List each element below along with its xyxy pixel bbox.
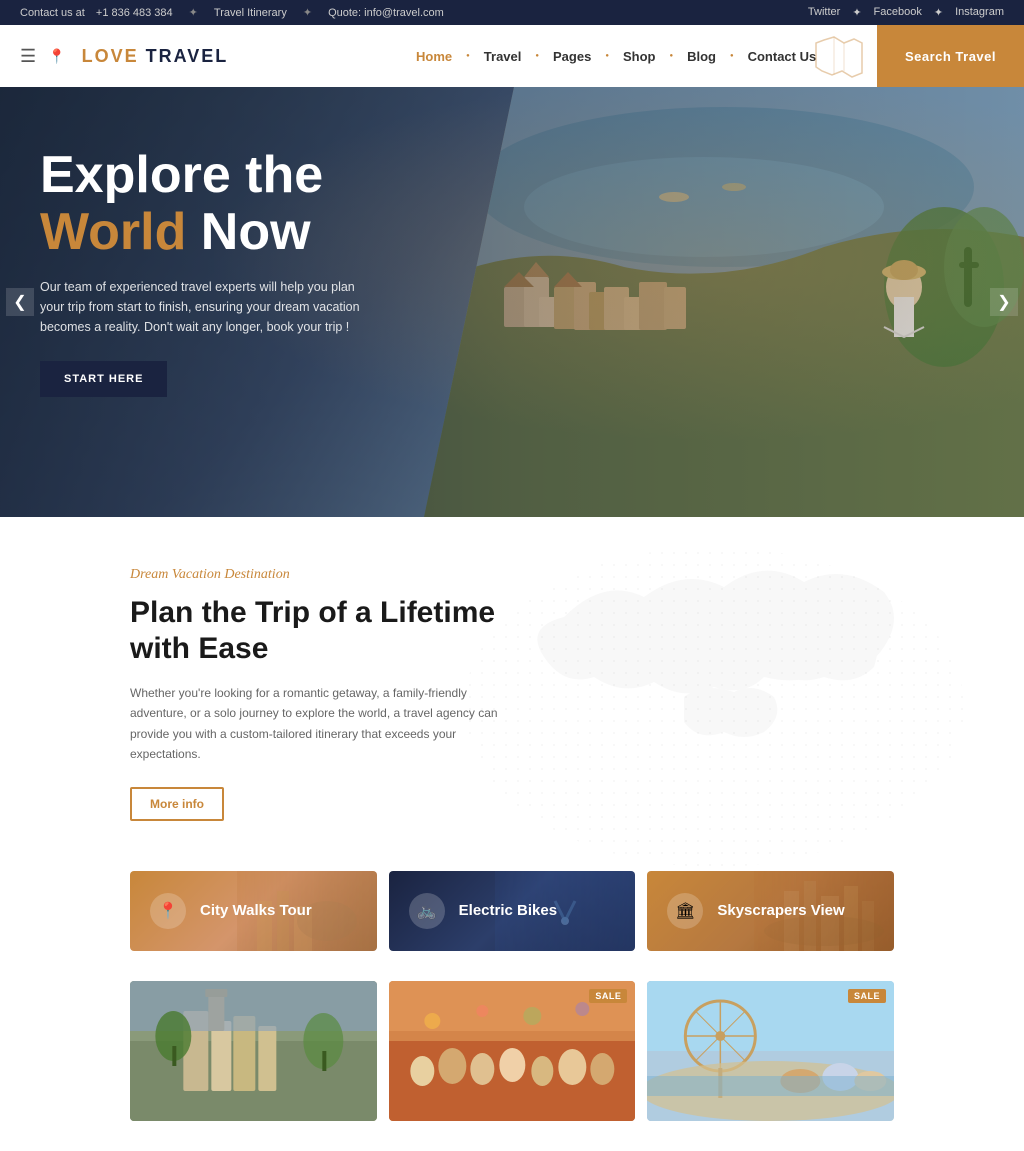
nav-home-label: Home (416, 49, 452, 64)
nav-travel[interactable]: Travel (470, 49, 536, 64)
hero-title-highlight: World (40, 203, 186, 261)
main-section: Dream Vacation Destination Plan the Trip… (0, 517, 1024, 851)
social-sep-1: ✦ (852, 6, 861, 19)
nav-contact-label: Contact Us (748, 49, 817, 64)
phone-number: +1 836 483 384 (96, 7, 173, 19)
quote-info: Quote: info@travel.com (328, 7, 444, 19)
logo: LOVE TRAVEL (82, 46, 229, 67)
hero-title: Explore the World Now (40, 147, 380, 261)
instagram-link[interactable]: Instagram (955, 6, 1004, 19)
twitter-link[interactable]: Twitter (808, 6, 840, 19)
hero-next-arrow[interactable]: ❯ (990, 288, 1018, 316)
hero-prev-arrow[interactable]: ❮ (6, 288, 34, 316)
tour-cards-section: 📍 City Walks Tour 🚲 Electric Bikes (0, 851, 1024, 981)
top-bar: Contact us at +1 836 483 384 ✦ Travel It… (0, 0, 1024, 25)
search-travel-button[interactable]: Search Travel (877, 25, 1024, 87)
location-icon: 📍 (48, 48, 65, 65)
separator-2: ✦ (303, 6, 312, 19)
facebook-link[interactable]: Facebook (874, 6, 922, 19)
nav-blog[interactable]: Blog (673, 49, 730, 64)
nav-travel-label: Travel (484, 49, 522, 64)
nav-pages-label: Pages (553, 49, 591, 64)
header: ☰ 📍 LOVE TRAVEL Home ● Travel ● Pages ● … (0, 25, 1024, 87)
product-card-2[interactable]: SALE (389, 981, 636, 1121)
itinerary-link[interactable]: Travel Itinerary (214, 7, 287, 19)
map-decoration (814, 35, 864, 80)
social-sep-2: ✦ (934, 6, 943, 19)
nav-shop[interactable]: Shop (609, 49, 670, 64)
nav-blog-label: Blog (687, 49, 716, 64)
nav-pages[interactable]: Pages (539, 49, 605, 64)
hamburger-icon[interactable]: ☰ (20, 46, 36, 67)
separator-1: ✦ (189, 6, 198, 19)
product-cards-section: SALE SALE (0, 981, 1024, 1151)
product-card-1[interactable] (130, 981, 377, 1121)
start-here-button[interactable]: START HERE (40, 361, 167, 397)
hero-description: Our team of experienced travel experts w… (40, 277, 380, 337)
top-bar-social: Twitter ✦ Facebook ✦ Instagram (808, 6, 1004, 19)
hero-title-rest: Now (186, 203, 310, 261)
product-card-3[interactable]: SALE (647, 981, 894, 1121)
more-info-button[interactable]: More info (130, 787, 224, 821)
section-title: Plan the Trip of a Lifetime with Ease (130, 595, 510, 667)
hero-content: Explore the World Now Our team of experi… (40, 147, 380, 397)
logo-text: LOVE TRAVEL (82, 46, 229, 67)
nav-shop-label: Shop (623, 49, 656, 64)
hero-title-line1: Explore the (40, 146, 323, 204)
world-map-svg (484, 537, 964, 837)
product-3-sale-badge: SALE (848, 989, 886, 1003)
logo-love: LOVE (82, 46, 146, 66)
nav-home[interactable]: Home (402, 49, 466, 64)
top-bar-left: Contact us at +1 836 483 384 ✦ Travel It… (20, 6, 444, 19)
product-2-sale-badge: SALE (589, 989, 627, 1003)
section-description: Whether you're looking for a romantic ge… (130, 683, 510, 765)
contact-info: Contact us at +1 836 483 384 (20, 7, 173, 19)
hero-section: Explore the World Now Our team of experi… (0, 87, 1024, 517)
contact-label: Contact us at (20, 7, 85, 19)
logo-travel: TRAVEL (146, 46, 229, 66)
